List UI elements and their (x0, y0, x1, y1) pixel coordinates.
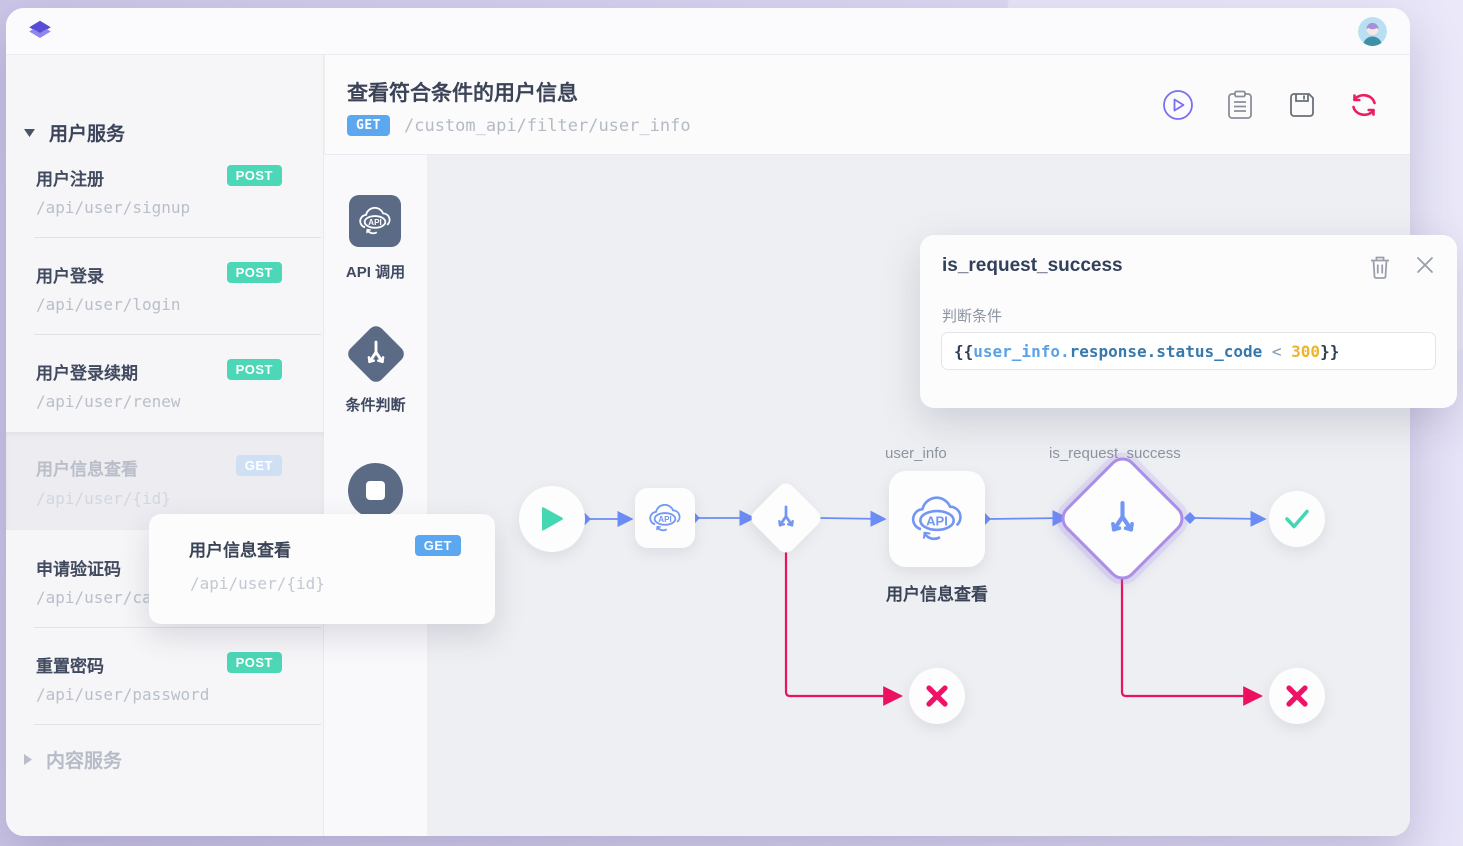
api-name: 用户信息查看 (189, 536, 291, 561)
close-icon[interactable] (1415, 255, 1435, 275)
stop-icon (366, 481, 385, 500)
sidebar-group-user-services[interactable]: 用户服务 (24, 119, 125, 146)
divider (34, 627, 321, 628)
node-name-label: 用户信息查看 (880, 580, 994, 605)
run-icon[interactable] (1162, 89, 1194, 121)
start-node[interactable] (519, 486, 585, 552)
workflow-header: 查看符合条件的用户信息 GET /custom_api/filter/user_… (324, 55, 1410, 155)
cloud-api-icon: API (645, 500, 685, 536)
app-logo-icon (26, 17, 54, 50)
api-path: /api/user/ca (36, 588, 152, 607)
cloud-api-icon: API (905, 490, 969, 548)
api-name: 用户登录 (36, 262, 104, 287)
api-name: 用户信息查看 (36, 455, 138, 480)
top-bar (6, 8, 1410, 55)
api-name: 用户注册 (36, 165, 104, 190)
api-path: /api/user/{id} (36, 489, 171, 508)
trash-icon[interactable] (1369, 255, 1391, 279)
method-badge: POST (227, 165, 282, 186)
expr-variable: user_info. (973, 342, 1069, 361)
api-name: 申请验证码 (36, 555, 121, 580)
sidebar-item-password[interactable]: 重置密码 POST /api/user/password (6, 639, 324, 736)
sidebar-group-content-services[interactable]: 内容服务 (24, 746, 122, 773)
success-end-node[interactable] (1269, 491, 1325, 547)
svg-text:API: API (368, 218, 381, 227)
success-check-icon (1284, 508, 1310, 530)
sidebar-item-renew[interactable]: 用户登录续期 POST /api/user/renew (6, 346, 324, 443)
app-window: 用户服务 用户注册 POST /api/user/signup 用户登录 POS… (6, 8, 1410, 836)
sidebar-group-label: 内容服务 (46, 746, 122, 773)
condition-editor-panel: is_request_success 判断条件 {{user_info.resp… (920, 235, 1457, 408)
sidebar-item-signup[interactable]: 用户注册 POST /api/user/signup (6, 152, 324, 249)
branch-icon (770, 502, 802, 534)
drag-ghost-card: 用户信息查看 GET /api/user/{id} (149, 514, 495, 624)
sidebar-item-login[interactable]: 用户登录 POST /api/user/login (6, 249, 324, 346)
fail-x-icon (925, 684, 949, 708)
svg-text:API: API (658, 515, 671, 524)
node-variable-label: user_info (885, 445, 947, 462)
node-palette: API API 调用 条件判断 (324, 155, 427, 836)
divider (34, 724, 321, 725)
api-path: /api/user/{id} (190, 574, 325, 593)
panel-title: is_request_success (942, 255, 1123, 277)
sidebar-group-label: 用户服务 (49, 119, 125, 146)
expr-open-brace: {{ (954, 342, 973, 361)
fail-end-node[interactable] (909, 668, 965, 724)
method-badge: POST (227, 359, 282, 380)
api-call-node[interactable]: API (635, 488, 695, 548)
api-path: /api/user/password (36, 685, 209, 704)
refresh-icon[interactable] (1348, 89, 1380, 121)
caret-right-icon (24, 754, 32, 765)
condition-field-label: 判断条件 (942, 305, 1002, 326)
palette-condition-label: 条件判断 (324, 394, 427, 415)
clipboard-icon[interactable] (1224, 89, 1256, 121)
condition-expression-input[interactable]: {{user_info.response.status_code < 300}} (941, 332, 1436, 370)
api-path: /api/user/signup (36, 198, 190, 217)
palette-api-node[interactable]: API (349, 195, 401, 247)
palette-api-label: API 调用 (324, 261, 427, 282)
method-badge: POST (227, 652, 282, 673)
divider (34, 237, 321, 238)
palette-stop-node[interactable] (348, 463, 403, 518)
cloud-api-icon: API (355, 203, 395, 239)
branch-icon (1100, 496, 1146, 542)
user-avatar[interactable] (1358, 17, 1387, 46)
expr-value: 300 (1291, 342, 1320, 361)
expr-property: response.status_code (1070, 342, 1263, 361)
caret-down-icon (24, 129, 35, 137)
expr-close-brace: }} (1320, 342, 1339, 361)
user-info-api-node[interactable]: API (889, 471, 985, 567)
expr-operator: < (1262, 342, 1291, 361)
api-sidebar: 用户服务 用户注册 POST /api/user/signup 用户登录 POS… (6, 55, 324, 836)
svg-text:API: API (926, 514, 948, 529)
palette-condition-node[interactable] (345, 323, 407, 385)
api-name: 重置密码 (36, 652, 104, 677)
workflow-title: 查看符合条件的用户信息 (347, 77, 578, 107)
save-icon[interactable] (1286, 89, 1318, 121)
divider (34, 334, 321, 335)
fail-end-node[interactable] (1269, 668, 1325, 724)
api-name: 用户登录续期 (36, 359, 138, 384)
api-path: /api/user/login (36, 295, 181, 314)
fail-x-icon (1285, 684, 1309, 708)
branch-icon (359, 337, 393, 371)
method-badge: GET (347, 115, 390, 136)
method-badge: GET (236, 455, 282, 476)
start-play-icon (539, 505, 565, 533)
method-badge: POST (227, 262, 282, 283)
desktop-background: 用户服务 用户注册 POST /api/user/signup 用户登录 POS… (0, 0, 1463, 846)
api-path: /api/user/renew (36, 392, 181, 411)
workflow-path: /custom_api/filter/user_info (404, 116, 691, 136)
method-badge: GET (415, 535, 461, 556)
